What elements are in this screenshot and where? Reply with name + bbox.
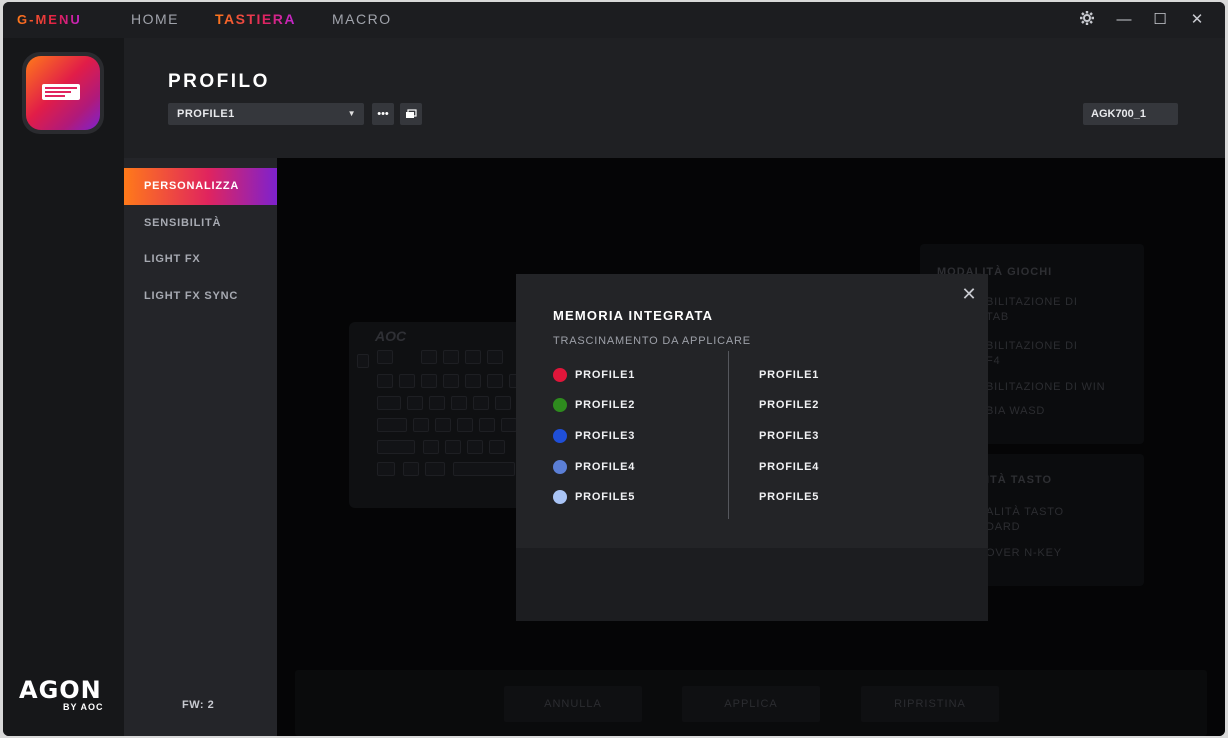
nav-tastiera[interactable]: TASTIERA	[215, 11, 296, 27]
dialog-body: MEMORIA INTEGRATA TRASCINAMENTO DA APPLI…	[516, 274, 988, 548]
close-icon[interactable]: ✕	[959, 284, 979, 304]
nav-home[interactable]: HOME	[131, 11, 179, 27]
target-slot[interactable]: PROFILE2	[759, 395, 819, 415]
sub-navigation: PERSONALIZZA SENSIBILITÀ LIGHT FX LIGHT …	[124, 158, 277, 736]
dialog-title: MEMORIA INTEGRATA	[553, 308, 714, 323]
profile-label: PROFILE4	[575, 461, 636, 473]
keyboard-logo: AOC	[375, 328, 407, 344]
panel-line: OVER N-KEY	[986, 547, 1062, 559]
profile-header: PROFILO PROFILE1 ▼ ••• AGK700_1	[124, 38, 1225, 158]
app-window: G-MENU HOME TASTIERA MACRO — ☐ ✕ AGON BY…	[3, 2, 1225, 736]
firmware-version: FW: 2	[182, 699, 215, 711]
chevron-down-icon: ▼	[347, 109, 356, 118]
more-options-button[interactable]: •••	[372, 103, 394, 125]
profile-label: PROFILE2	[575, 399, 636, 411]
page-title: PROFILO	[168, 71, 270, 92]
panel-line: DARD	[986, 521, 1021, 533]
profile-color-dot	[553, 398, 567, 412]
device-name: AGK700_1	[1083, 103, 1178, 125]
applica-button[interactable]: APPLICA	[682, 686, 820, 722]
annulla-button[interactable]: ANNULLA	[504, 686, 642, 722]
copy-profile-button[interactable]	[400, 103, 422, 125]
target-slot[interactable]: PROFILE1	[759, 365, 819, 385]
profile-color-dot	[553, 368, 567, 382]
target-slot[interactable]: PROFILE5	[759, 487, 819, 507]
keyboard-icon	[42, 84, 80, 100]
maximize-icon[interactable]: ☐	[1150, 10, 1170, 30]
profile-label: PROFILE5	[575, 491, 636, 503]
key-mode-title: ITÀ TASTO	[986, 474, 1053, 486]
panel-line: BILITAZIONE DI WIN	[986, 381, 1106, 393]
target-slot[interactable]: PROFILE3	[759, 426, 819, 446]
onboard-memory-dialog: MEMORIA INTEGRATA TRASCINAMENTO DA APPLI…	[516, 274, 988, 621]
profile-color-dot	[553, 460, 567, 474]
profile-dropdown[interactable]: PROFILE1 ▼	[168, 103, 364, 125]
panel-line: BILITAZIONE DI	[986, 340, 1078, 352]
close-icon[interactable]: ✕	[1187, 10, 1207, 30]
subnav-item-personalizza[interactable]: PERSONALIZZA	[124, 168, 277, 205]
left-sidebar: AGON BY AOC	[3, 38, 124, 736]
by-aoc-logo: BY AOC	[63, 702, 104, 712]
keyboard-app-icon	[26, 56, 100, 130]
gear-icon[interactable]	[1077, 10, 1097, 30]
panel-line: F4	[986, 355, 1001, 367]
panel-line: BILITAZIONE DI	[986, 296, 1078, 308]
profile-dropdown-value: PROFILE1	[177, 108, 235, 120]
profile-label: PROFILE1	[575, 369, 636, 381]
bottom-action-bar: ANNULLA APPLICA RIPRISTINA	[295, 670, 1207, 736]
subnav-item-sensibilita[interactable]: SENSIBILITÀ	[124, 205, 277, 242]
profile-color-dot	[553, 490, 567, 504]
panel-line: TAB	[986, 311, 1009, 323]
agon-logo: AGON	[19, 676, 102, 704]
copy-icon	[406, 109, 417, 119]
dialog-subtitle: TRASCINAMENTO DA APPLICARE	[553, 335, 751, 347]
title-bar: G-MENU HOME TASTIERA MACRO — ☐ ✕	[3, 2, 1225, 38]
profile-label: PROFILE3	[575, 430, 636, 442]
brand-logo-text: G-MENU	[17, 12, 82, 27]
subnav-item-light-fx-sync[interactable]: LIGHT FX SYNC	[124, 278, 277, 315]
app-icon	[22, 52, 104, 134]
profile-color-dot	[553, 429, 567, 443]
nav-macro[interactable]: MACRO	[332, 11, 392, 27]
panel-line: BIA WASD	[986, 405, 1046, 417]
subnav-item-light-fx[interactable]: LIGHT FX	[124, 241, 277, 278]
minimize-icon[interactable]: —	[1114, 10, 1134, 30]
column-divider	[728, 351, 729, 519]
target-slot[interactable]: PROFILE4	[759, 457, 819, 477]
ripristina-button[interactable]: RIPRISTINA	[861, 686, 999, 722]
panel-line: ALITÀ TASTO	[986, 506, 1064, 518]
